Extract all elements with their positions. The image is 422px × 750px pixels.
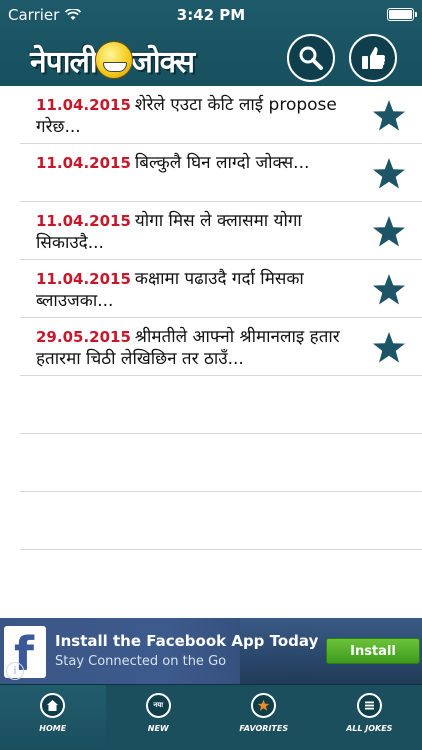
favorite-star-icon[interactable] [371, 98, 407, 134]
favorite-star-icon[interactable] [371, 156, 407, 192]
joke-text-block: 11.04.2015 योगा मिस ले क्लासमा योगा सिकाउ… [36, 210, 366, 254]
new-badge-text: नया [153, 701, 164, 709]
empty-row [20, 492, 422, 550]
joke-date: 11.04.2015 [36, 96, 131, 114]
joke-date: 11.04.2015 [36, 270, 131, 288]
tab-label: NEW [147, 724, 169, 733]
tab-favorites[interactable]: FAVORITES [211, 685, 317, 750]
joke-text-block: 11.04.2015 शेरेले एउटा केटि लाई propose ग… [36, 94, 366, 138]
list-item[interactable]: 29.05.2015 श्रीमतीले आफ्नो श्रीमानलाइ हता… [20, 318, 422, 376]
tab-bar: HOME नया NEW FAVORITES ALL JOKES [0, 684, 422, 750]
install-button[interactable]: Install [326, 638, 420, 664]
tab-label: FAVORITES [239, 724, 289, 733]
status-bar: Carrier 3:42 PM [0, 0, 422, 30]
logo-text-right: जोक्स [130, 44, 195, 80]
tab-home[interactable]: HOME [0, 685, 106, 750]
home-icon [40, 693, 66, 718]
list-item[interactable]: 11.04.2015 शेरेले एउटा केटि लाई propose ग… [20, 86, 422, 144]
joke-date: 29.05.2015 [36, 328, 131, 346]
ad-title: Install the Facebook App Today [55, 632, 319, 650]
tab-label: ALL JOKES [346, 724, 393, 733]
logo-text-left: नेपाली [30, 44, 98, 80]
list-item[interactable]: 11.04.2015 बिल्कुलै घिन लाग्दो जोक्स... [20, 144, 422, 202]
ad-banner[interactable]: f Install the Facebook App Today Stay Co… [0, 618, 422, 684]
list-icon [356, 693, 382, 718]
tab-all-jokes[interactable]: ALL JOKES [317, 685, 422, 750]
search-icon [299, 46, 323, 70]
joke-text-block: 29.05.2015 श्रीमतीले आफ्नो श्रीमानलाइ हता… [36, 326, 366, 370]
ad-subtitle: Stay Connected on the Go [55, 654, 227, 669]
tab-new[interactable]: नया NEW [106, 685, 212, 750]
empty-row [20, 434, 422, 492]
joke-text-block: 11.04.2015 कक्षामा पढाउदै गर्दा मिसका ब्ल… [36, 268, 366, 312]
app-header: Carrier 3:42 PM नेपाली जोक्स [0, 0, 422, 86]
battery-icon [387, 8, 417, 21]
joke-text-block: 11.04.2015 बिल्कुलै घिन लाग्दो जोक्स... [36, 152, 366, 174]
app-logo: नेपाली जोक्स [30, 38, 195, 82]
list-item[interactable]: 11.04.2015 कक्षामा पढाउदै गर्दा मिसका ब्ल… [20, 260, 422, 318]
favorite-star-icon[interactable] [371, 214, 407, 250]
jokes-list: 11.04.2015 शेरेले एउटा केटि लाई propose ग… [20, 86, 422, 550]
joke-date: 11.04.2015 [36, 212, 131, 230]
empty-row [20, 376, 422, 434]
favorite-star-icon[interactable] [371, 272, 407, 308]
clock: 3:42 PM [176, 6, 246, 24]
star-icon [251, 693, 277, 718]
tab-label: HOME [39, 724, 67, 733]
ad-info-icon[interactable]: i [6, 662, 24, 680]
search-button[interactable] [287, 34, 335, 82]
joke-date: 11.04.2015 [36, 154, 131, 172]
favorite-star-icon[interactable] [371, 330, 407, 366]
list-item[interactable]: 11.04.2015 योगा मिस ले क्लासमा योगा सिकाउ… [20, 202, 422, 260]
like-button[interactable] [349, 34, 397, 82]
new-icon: नया [145, 693, 171, 718]
joke-title: बिल्कुलै घिन लाग्दो जोक्स... [134, 153, 310, 173]
smiley-icon [94, 41, 133, 79]
thumbs-up-icon [362, 47, 386, 69]
